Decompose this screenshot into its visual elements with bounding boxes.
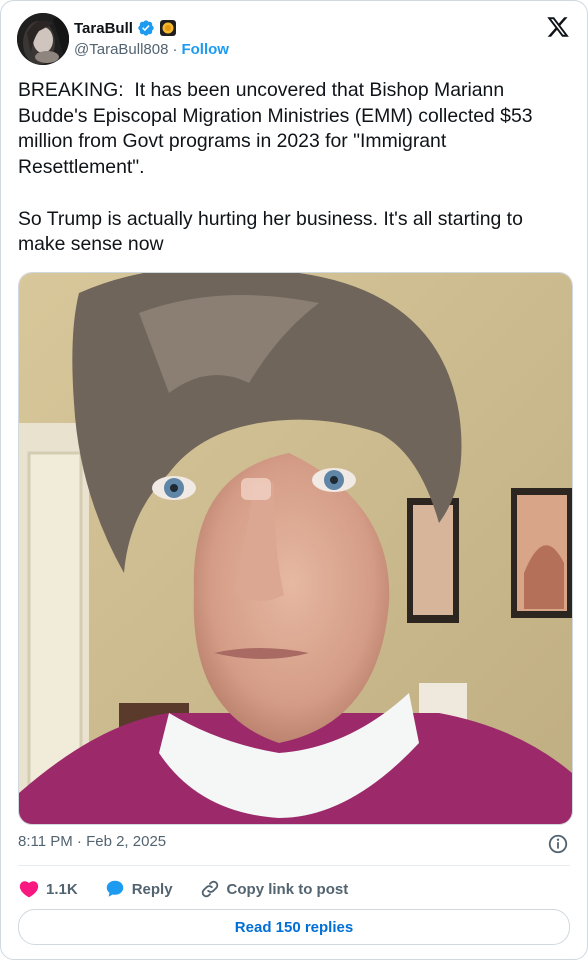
reply-label: Reply	[131, 880, 173, 898]
handle-row: @TaraBull808 · Follow	[74, 41, 229, 58]
avatar[interactable]	[17, 13, 69, 65]
author-info: TaraBull @TaraBull808 · Follow	[74, 17, 229, 59]
author-handle[interactable]: @TaraBull808	[74, 41, 168, 58]
post-header: TaraBull @TaraBull808 · Follow	[17, 13, 571, 67]
speech-bubble-icon	[104, 878, 126, 900]
post-photo[interactable]	[18, 272, 573, 825]
x-logo-icon[interactable]	[545, 15, 571, 39]
link-icon	[199, 878, 221, 900]
like-count: 1.1K	[46, 880, 78, 898]
post-text: BREAKING: It has been uncovered that Bis…	[18, 79, 533, 256]
photo-illustration	[19, 273, 572, 824]
post-timestamp[interactable]: 8:11 PM · Feb 2, 2025	[18, 833, 166, 850]
copy-link-label: Copy link to post	[226, 880, 349, 898]
reply-button[interactable]: Reply	[104, 878, 173, 900]
verified-badge-icon	[137, 19, 155, 37]
heart-icon	[18, 878, 40, 900]
like-button[interactable]: 1.1K	[18, 878, 78, 900]
avatar-image	[17, 13, 69, 65]
follow-button[interactable]: Follow	[181, 41, 229, 58]
affiliate-badge-icon	[159, 19, 177, 37]
action-bar: 1.1K Reply Copy link to post	[18, 875, 374, 903]
info-icon[interactable]	[547, 833, 569, 855]
embedded-post-card: TaraBull @TaraBull808 · Follow BREAKING:…	[0, 0, 588, 960]
read-replies-button[interactable]: Read 150 replies	[18, 909, 570, 945]
author-display-name[interactable]: TaraBull	[74, 20, 133, 37]
separator-dot: ·	[172, 41, 178, 58]
name-row: TaraBull	[74, 17, 229, 39]
copy-link-button[interactable]: Copy link to post	[199, 878, 349, 900]
divider	[18, 865, 570, 866]
